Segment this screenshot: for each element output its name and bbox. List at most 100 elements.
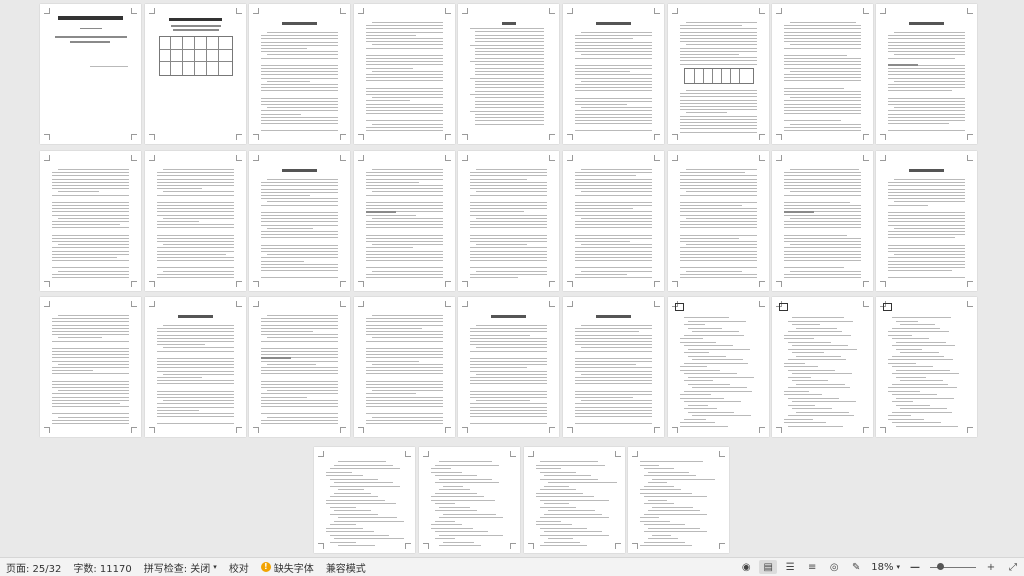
text-line [575, 390, 652, 392]
page-thumbnail[interactable] [876, 4, 977, 144]
page-thumbnail[interactable] [563, 4, 664, 144]
page-thumbnail[interactable] [772, 151, 873, 291]
page-thumbnail[interactable] [772, 297, 873, 437]
text-line [261, 182, 338, 184]
code-line [688, 376, 754, 378]
zoom-slider[interactable] [930, 562, 976, 572]
page-thumbnail[interactable] [419, 447, 520, 553]
eye-icon[interactable]: ◉ [737, 560, 755, 574]
text-line [686, 44, 757, 46]
text-line [575, 90, 652, 92]
text-line [680, 50, 757, 52]
text-line [888, 57, 955, 59]
spellcheck-toggle[interactable]: 拼写检查: 关闭 ▾ [138, 558, 223, 576]
text-line [888, 277, 965, 279]
text-line [470, 175, 547, 177]
page-thumbnail[interactable] [458, 4, 559, 144]
text-line [366, 67, 413, 69]
page-thumbnail[interactable] [772, 4, 873, 144]
web-view-icon[interactable]: ◎ [825, 560, 843, 574]
text-line [575, 257, 652, 258]
text-line [261, 277, 338, 279]
list-icon[interactable]: ☰ [781, 560, 799, 574]
page-thumbnail[interactable] [354, 151, 455, 291]
text-line [261, 198, 338, 200]
missing-font-button[interactable]: ! 缺失字体 [255, 558, 320, 576]
toc-line [475, 74, 544, 76]
page-thumbnail[interactable] [524, 447, 625, 553]
text-line [575, 250, 652, 252]
page-thumbnail[interactable] [249, 151, 350, 291]
page-thumbnail[interactable] [249, 297, 350, 437]
code-line [680, 338, 703, 339]
text-line [581, 54, 652, 56]
page-corner-mark [567, 134, 573, 140]
page-corner-mark [672, 134, 678, 140]
text-line [52, 327, 129, 329]
text-line [261, 340, 338, 342]
code-line [540, 527, 587, 529]
page-thumbnail[interactable] [628, 447, 729, 553]
zoom-level[interactable]: 18% ▾ [867, 558, 904, 576]
text-line [784, 175, 861, 177]
page-thumbnail[interactable] [145, 151, 246, 291]
page-thumbnail[interactable] [458, 297, 559, 437]
page-indicator[interactable]: 页面: 25/32 [0, 558, 67, 576]
page-thumbnail[interactable] [563, 297, 664, 437]
text-line [261, 35, 338, 37]
page-thumbnail[interactable] [40, 151, 141, 291]
page-corner-mark [423, 451, 429, 457]
word-count[interactable]: 字数: 11170 [67, 558, 137, 576]
text-line [888, 218, 965, 220]
code-line [796, 411, 849, 413]
proofread-button[interactable]: 校对 [223, 558, 255, 576]
page-thumbnail[interactable] [876, 297, 977, 437]
page-thumbnail[interactable] [145, 297, 246, 437]
page-thumbnail[interactable] [40, 297, 141, 437]
minus-icon[interactable]: — [906, 560, 924, 574]
text-line [261, 51, 338, 53]
document-thumbnail-canvas[interactable] [0, 0, 1024, 557]
page-thumbnail[interactable] [668, 151, 769, 291]
text-line [157, 260, 234, 262]
page-thumbnail[interactable] [876, 151, 977, 291]
edit-icon[interactable]: ✎ [847, 560, 865, 574]
code-line [330, 478, 378, 480]
page-corner-mark [776, 281, 782, 287]
page-thumbnail[interactable] [145, 4, 246, 144]
text-line [58, 191, 99, 193]
text-line [575, 77, 652, 79]
code-line [338, 517, 397, 518]
page-thumbnail[interactable] [314, 447, 415, 553]
text-line [888, 263, 965, 265]
code-line [648, 527, 700, 529]
text-line [784, 87, 844, 89]
page-thumbnail[interactable] [668, 4, 769, 144]
code-line [640, 520, 670, 522]
text-line [680, 208, 757, 210]
zoom-slider-knob[interactable] [937, 563, 944, 570]
page-corner-mark [863, 427, 869, 433]
page-corner-mark [759, 301, 765, 307]
code-line [784, 390, 809, 392]
outline-icon[interactable]: ≡ [803, 560, 821, 574]
code-line [688, 327, 722, 329]
page-corner-mark [567, 427, 573, 433]
code-line [435, 531, 488, 532]
code-line [680, 422, 715, 423]
page-view-icon[interactable]: ▤ [759, 560, 778, 574]
text-line [470, 403, 547, 405]
page-thumbnail[interactable] [354, 4, 455, 144]
page-thumbnail[interactable] [458, 151, 559, 291]
text-line [52, 201, 129, 203]
page-thumbnail[interactable] [40, 4, 141, 144]
page-thumbnail[interactable] [249, 4, 350, 144]
page-thumbnail[interactable] [563, 151, 664, 291]
fit-icon[interactable]: ⤢ [1004, 560, 1022, 574]
page-thumbnail[interactable] [354, 297, 455, 437]
text-line [680, 234, 757, 236]
page-thumbnail[interactable] [668, 297, 769, 437]
text-line [680, 201, 757, 203]
plus-icon[interactable]: + [982, 560, 1000, 574]
code-line [334, 482, 393, 483]
